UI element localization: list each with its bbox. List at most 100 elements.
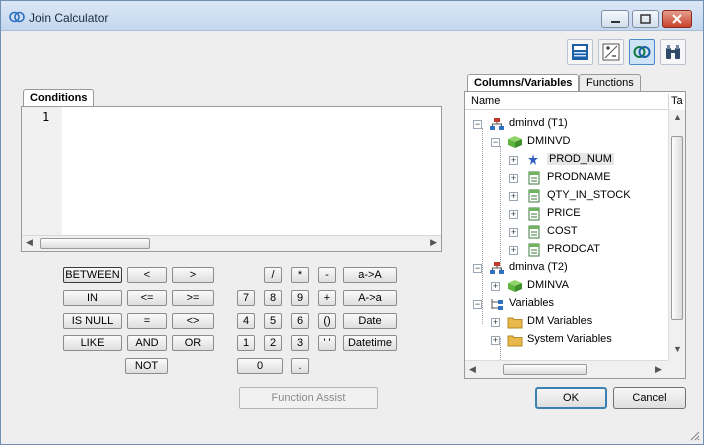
is-null-button[interactable]: IS NULL [63,313,122,329]
quotes-button[interactable]: ' ' [318,335,336,351]
tree-node-dminva[interactable]: − dminva (T2) [465,260,665,276]
greater-equal-button[interactable]: >= [172,290,214,306]
resize-grip-icon[interactable] [688,429,700,441]
tree-label: PRODNAME [547,171,611,183]
expand-icon[interactable]: + [509,210,518,219]
datetime-button[interactable]: Datetime [343,335,397,351]
equals-button[interactable]: = [127,313,167,329]
tab-conditions[interactable]: Conditions [23,89,95,106]
find-button[interactable] [660,39,686,65]
function-assist-button[interactable]: Function Assist [239,387,378,409]
tree-node-variables[interactable]: − Variables [465,296,665,312]
plus-button[interactable]: + [318,290,336,306]
tree-node-dm-variables[interactable]: + DM Variables [465,314,665,330]
dataset-icon [508,280,522,292]
expand-icon[interactable]: + [509,156,518,165]
digit-7-button[interactable]: 7 [237,290,255,306]
or-button[interactable]: OR [172,335,214,351]
greater-than-button[interactable]: > [172,267,214,283]
horizontal-scrollbar[interactable]: ◀ ▶ [22,235,441,251]
tab-functions[interactable]: Functions [579,74,641,91]
vertical-scrollbar[interactable]: ▲ ▼ [668,110,685,360]
join-rings-icon [9,11,25,23]
scroll-right-icon[interactable]: ▶ [430,237,437,248]
column-divider[interactable] [668,94,669,108]
scroll-thumb[interactable] [671,136,683,320]
uppercase-button[interactable]: a->A [343,267,397,283]
and-button[interactable]: AND [127,335,167,351]
digit-6-button[interactable]: 6 [291,313,309,329]
digit-9-button[interactable]: 9 [291,290,309,306]
columns-variables-tree: Name Ta − dminvd (T1) − DMINVD + PROD_NU… [464,91,686,379]
scroll-thumb[interactable] [40,238,150,249]
folder-icon [507,335,523,347]
tab-columns-variables[interactable]: Columns/Variables [467,74,580,91]
expand-icon[interactable]: + [509,174,518,183]
scroll-left-icon[interactable]: ◀ [26,237,33,248]
tree-label: DMINVD [527,135,571,147]
scroll-thumb[interactable] [503,364,587,375]
lowercase-button[interactable]: A->a [343,290,397,306]
collapse-icon[interactable]: − [473,300,482,309]
line-number: 1 [42,110,50,124]
column-header-name[interactable]: Name [471,95,500,107]
digit-1-button[interactable]: 1 [237,335,255,351]
scroll-down-icon[interactable]: ▼ [673,344,682,354]
digit-2-button[interactable]: 2 [264,335,282,351]
expand-icon[interactable]: + [509,228,518,237]
tree-node-dminvd-table[interactable]: − DMINVD [465,134,665,150]
maximize-icon [640,14,651,24]
conditions-editor[interactable]: 1 ◀ ▶ [21,106,442,252]
multiply-button[interactable]: * [291,267,309,283]
column-icon [528,171,540,185]
digit-3-button[interactable]: 3 [291,335,309,351]
collapse-icon[interactable]: − [473,120,482,129]
sql-button[interactable] [567,39,593,65]
collapse-icon[interactable]: − [473,264,482,273]
expand-icon[interactable]: + [491,282,500,291]
parentheses-button[interactable]: () [318,313,336,329]
cancel-button[interactable]: Cancel [613,387,686,409]
collapse-icon[interactable]: − [491,138,500,147]
expand-icon[interactable]: + [509,192,518,201]
like-button[interactable]: LIKE [63,335,122,351]
tree-node-dminva-table[interactable]: + DMINVA [465,278,665,294]
scroll-left-icon[interactable]: ◀ [469,364,476,375]
expand-icon[interactable]: + [491,318,500,327]
tree-node-prod-num[interactable]: + PROD_NUM [465,152,665,168]
divide-button[interactable]: / [264,267,282,283]
minus-button[interactable]: - [318,267,336,283]
join-button[interactable] [629,39,655,65]
expand-icon[interactable]: + [509,246,518,255]
digit-4-button[interactable]: 4 [237,313,255,329]
digit-5-button[interactable]: 5 [264,313,282,329]
column-header-ta[interactable]: Ta [671,95,683,107]
not-equal-button[interactable]: <> [172,313,214,329]
maximize-button[interactable] [632,10,659,28]
in-button[interactable]: IN [63,290,122,306]
dataset-icon [508,136,522,148]
digit-8-button[interactable]: 8 [264,290,282,306]
calculator-button[interactable] [598,39,624,65]
less-than-button[interactable]: < [127,267,167,283]
tree-node-prodcat[interactable]: + PRODCAT [465,242,665,258]
tree-node-cost[interactable]: + COST [465,224,665,240]
ok-button[interactable]: OK [535,387,607,409]
digit-0-button[interactable]: 0 [237,358,283,374]
decimal-point-button[interactable]: . [291,358,309,374]
tree-node-system-variables[interactable]: + System Variables [465,332,665,348]
tree-node-price[interactable]: + PRICE [465,206,665,222]
scroll-right-icon[interactable]: ▶ [655,364,662,375]
tree-node-dminvd[interactable]: − dminvd (T1) [465,116,665,132]
tree-node-prodname[interactable]: + PRODNAME [465,170,665,186]
between-button[interactable]: BETWEEN [63,267,122,283]
close-button[interactable] [662,10,692,28]
scroll-up-icon[interactable]: ▲ [673,112,682,122]
horizontal-scrollbar[interactable]: ◀ ▶ [465,360,668,378]
minimize-button[interactable] [601,10,629,28]
less-equal-button[interactable]: <= [127,290,167,306]
tree-node-qty-in-stock[interactable]: + QTY_IN_STOCK [465,188,665,204]
not-button[interactable]: NOT [125,358,168,374]
date-button[interactable]: Date [343,313,397,329]
expand-icon[interactable]: + [491,336,500,345]
